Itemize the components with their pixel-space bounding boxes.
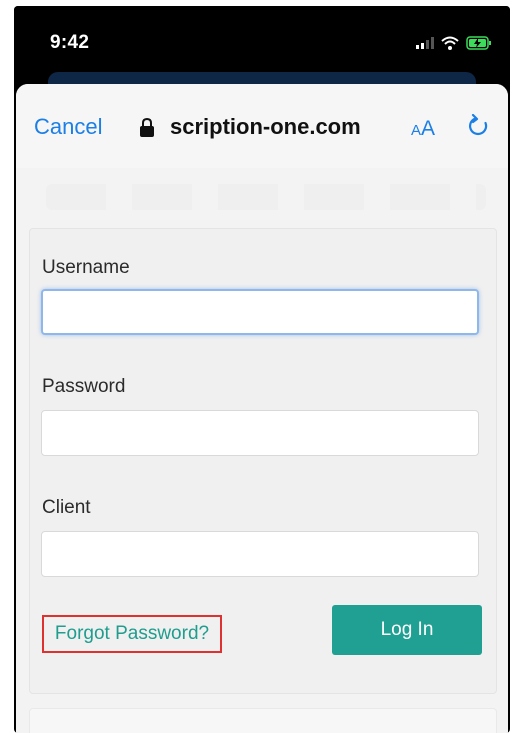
- username-field[interactable]: [41, 289, 479, 335]
- password-field[interactable]: [41, 410, 479, 456]
- browser-nav-bar: Cancel scription-one.com AA: [16, 84, 508, 168]
- text-size-button[interactable]: AA: [411, 117, 435, 141]
- phone-screen: 9:42 Cancel scription-one.com AA Usernam…: [14, 6, 510, 733]
- status-bar: 9:42: [14, 6, 510, 78]
- status-time: 9:42: [50, 32, 90, 53]
- text-size-large-glyph: A: [421, 117, 436, 140]
- blurred-header-row: [46, 184, 486, 210]
- wifi-icon: [441, 36, 459, 50]
- bottom-panel: [29, 708, 497, 733]
- text-size-small-glyph: A: [411, 122, 422, 139]
- battery-charging-icon: [466, 36, 491, 50]
- signal-icon: [416, 37, 434, 49]
- login-card: Username Password Client Forgot Password…: [29, 228, 497, 694]
- url-display[interactable]: scription-one.com: [140, 114, 361, 140]
- page-content: Username Password Client Forgot Password…: [16, 168, 508, 733]
- client-label: Client: [42, 497, 91, 518]
- lock-icon: [140, 117, 154, 137]
- password-label: Password: [42, 376, 126, 397]
- browser-sheet: Cancel scription-one.com AA Username Pas…: [16, 84, 508, 733]
- username-label: Username: [42, 257, 130, 278]
- client-field[interactable]: [41, 531, 479, 577]
- status-icons: [416, 34, 492, 52]
- reload-icon[interactable]: [467, 114, 491, 138]
- cancel-button[interactable]: Cancel: [34, 114, 102, 140]
- forgot-password-link[interactable]: Forgot Password?: [42, 615, 222, 653]
- url-text: scription-one.com: [170, 114, 361, 139]
- login-button[interactable]: Log In: [332, 605, 482, 655]
